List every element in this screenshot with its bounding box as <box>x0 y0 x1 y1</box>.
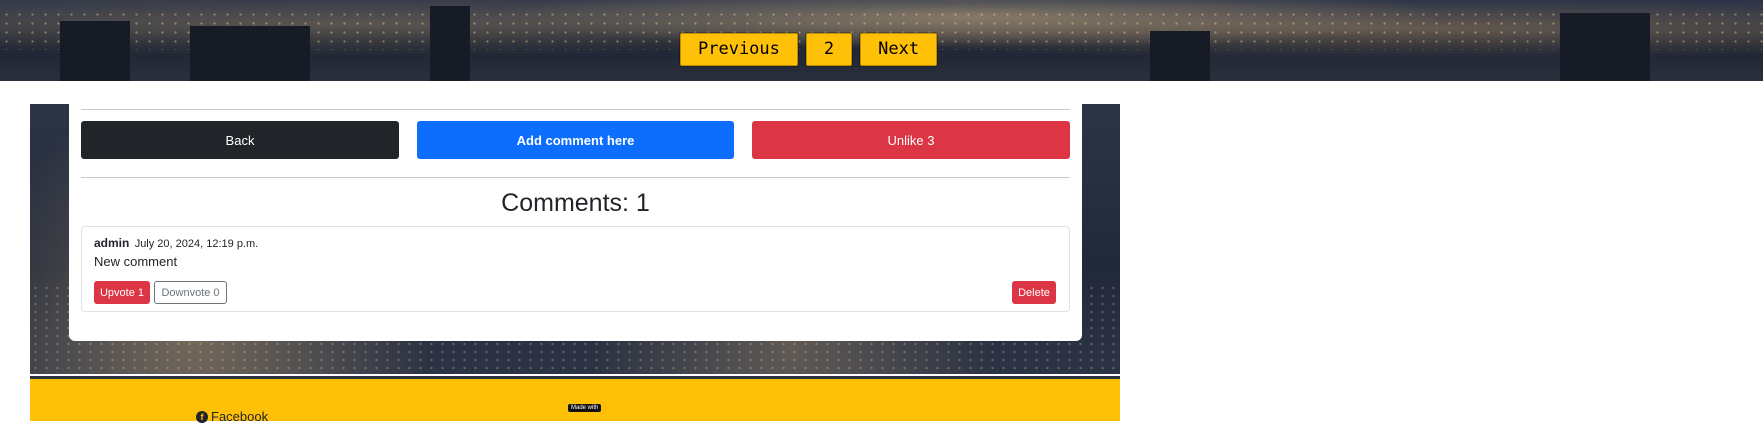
divider <box>81 177 1070 178</box>
building-silhouette <box>1560 13 1650 81</box>
header-banner: Previous 2 Next <box>0 0 1763 81</box>
current-page-button[interactable]: 2 <box>805 33 853 66</box>
back-button[interactable]: Back <box>81 121 399 159</box>
comment-meta: admin July 20, 2024, 12:19 p.m. <box>94 236 258 250</box>
post-card: Back Add comment here Unlike 3 Comments:… <box>69 104 1082 341</box>
downvote-button[interactable]: Downvote 0 <box>154 281 227 304</box>
building-silhouette <box>60 21 130 81</box>
delete-comment-button[interactable]: Delete <box>1012 281 1056 304</box>
comment-date: July 20, 2024, 12:19 p.m. <box>134 238 259 250</box>
footer: f Facebook Made with <box>30 376 1120 424</box>
add-comment-button[interactable]: Add comment here <box>417 121 734 159</box>
divider <box>81 109 1070 110</box>
building-silhouette <box>190 26 310 81</box>
building-silhouette <box>430 6 470 81</box>
pagination: Previous 2 Next <box>680 33 938 66</box>
previous-page-button[interactable]: Previous <box>680 33 798 66</box>
comments-heading: Comments: 1 <box>501 189 650 217</box>
comment-item: admin July 20, 2024, 12:19 p.m. New comm… <box>81 226 1070 312</box>
facebook-link[interactable]: f Facebook <box>196 409 268 424</box>
comment-author: admin <box>94 236 130 250</box>
upvote-button[interactable]: Upvote 1 <box>94 281 150 304</box>
comment-text: New comment <box>94 254 178 269</box>
footer-badge: Made with <box>568 404 602 412</box>
building-silhouette <box>1150 31 1210 81</box>
unlike-button[interactable]: Unlike 3 <box>752 121 1070 159</box>
facebook-label: Facebook <box>211 409 269 424</box>
next-page-button[interactable]: Next <box>860 33 938 66</box>
